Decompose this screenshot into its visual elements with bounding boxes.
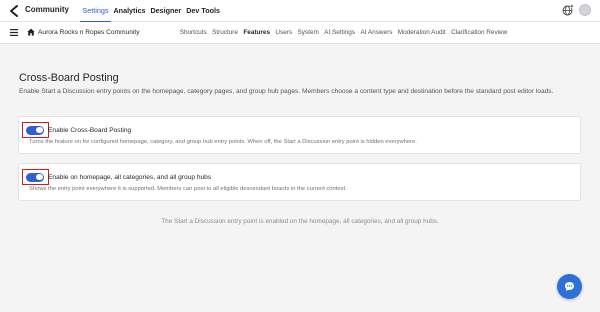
enable-cross-board-toggle[interactable] xyxy=(26,125,44,135)
top-nav: Settings Analytics Designer Dev Tools xyxy=(80,0,223,22)
topnav-dev-tools[interactable]: Dev Tools xyxy=(184,0,223,22)
status-note: The Start a Discussion entry point is en… xyxy=(161,218,439,225)
hamburger-icon[interactable] xyxy=(10,29,18,36)
top-bar: Community Settings Analytics Designer De… xyxy=(0,0,600,22)
tab-ai-answers[interactable]: AI Answers xyxy=(358,22,395,44)
topnav-analytics[interactable]: Analytics xyxy=(111,0,148,22)
brand-name: Community xyxy=(25,5,69,14)
community-name[interactable]: Aurora Rocks n Ropes Community xyxy=(38,29,140,36)
topnav-settings[interactable]: Settings xyxy=(80,0,111,22)
tab-system[interactable]: System xyxy=(295,22,322,44)
enable-all-locations-toggle[interactable] xyxy=(26,172,44,182)
setting-card-cross-board-posting: Enable Cross-Board Posting Turns the fea… xyxy=(18,116,581,154)
toggle-knob xyxy=(36,126,43,134)
chat-button[interactable] xyxy=(557,274,582,299)
tab-ai-settings[interactable]: AI Settings xyxy=(321,22,357,44)
setting-label: Enable on homepage, all categories, and … xyxy=(48,174,212,181)
globe-plus-icon[interactable] xyxy=(562,4,574,16)
home-icon[interactable] xyxy=(27,28,35,36)
tab-users[interactable]: Users xyxy=(273,22,295,44)
settings-tabs: Shortcuts Structure Features Users Syste… xyxy=(177,22,510,44)
toggle-highlight xyxy=(22,169,49,185)
tab-features[interactable]: Features xyxy=(241,22,273,44)
setting-card-all-locations: Enable on homepage, all categories, and … xyxy=(18,163,581,201)
tab-shortcuts[interactable]: Shortcuts xyxy=(177,22,209,44)
topnav-designer[interactable]: Designer xyxy=(148,0,184,22)
toggle-highlight xyxy=(22,122,49,138)
page-title: Cross-Board Posting xyxy=(19,72,119,84)
setting-label: Enable Cross-Board Posting xyxy=(48,127,132,134)
setting-description: Shows the entry point everywhere it is s… xyxy=(29,186,347,192)
community-logo-icon[interactable] xyxy=(8,5,20,17)
avatar[interactable] xyxy=(579,4,591,16)
sub-bar: Aurora Rocks n Ropes Community Shortcuts… xyxy=(0,22,600,44)
toggle-knob xyxy=(36,173,43,181)
tab-moderation-audit[interactable]: Moderation Audit xyxy=(395,22,448,44)
page-description: Enable Start a Discussion entry points o… xyxy=(19,88,554,95)
chat-bubble-icon xyxy=(565,282,574,291)
tab-structure[interactable]: Structure xyxy=(209,22,240,44)
tab-clarification-review[interactable]: Clarification Review xyxy=(448,22,510,44)
setting-description: Turns the feature on for configured home… xyxy=(29,139,417,145)
